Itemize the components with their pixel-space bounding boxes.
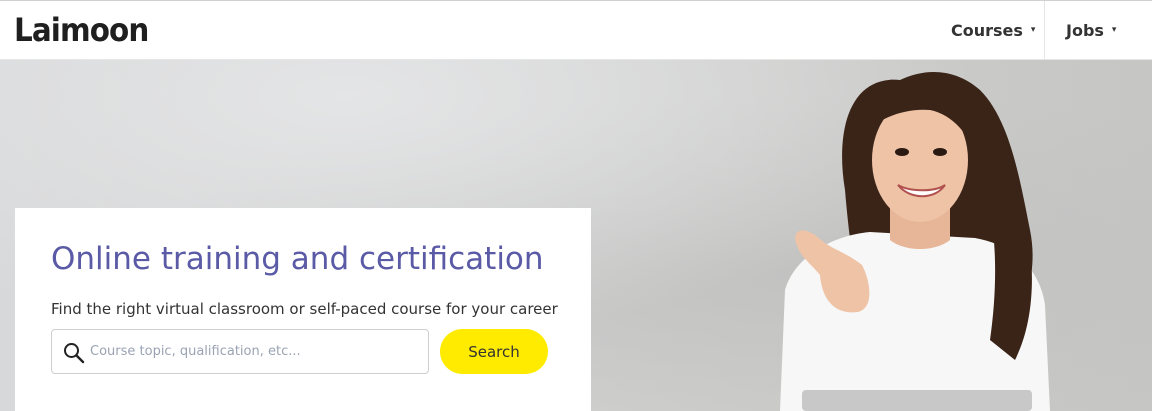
- laimoon-logo[interactable]: Laimoon: [14, 10, 149, 50]
- search-card: Online training and certification Find t…: [15, 208, 591, 411]
- caret-down-icon: ▾: [1111, 24, 1117, 35]
- hero-subtitle: Find the right virtual classroom or self…: [51, 300, 558, 318]
- hero-title: Online training and certification: [51, 241, 544, 277]
- search-icon: [64, 343, 85, 364]
- nav-jobs-dropdown[interactable]: Jobs ▾: [1044, 1, 1152, 60]
- hero-person-image: [780, 71, 1050, 411]
- search-field[interactable]: [51, 329, 429, 374]
- top-navigation-bar: Laimoon Courses ▾ Jobs ▾: [0, 0, 1152, 60]
- search-input[interactable]: [90, 331, 420, 372]
- nav-courses-dropdown[interactable]: Courses ▾: [932, 1, 1044, 60]
- search-button[interactable]: Search: [440, 329, 548, 374]
- nav-courses-label: Courses: [951, 21, 1023, 40]
- nav-jobs-label: Jobs: [1066, 21, 1104, 40]
- main-nav: Courses ▾ Jobs ▾: [932, 1, 1152, 60]
- caret-down-icon: ▾: [1030, 24, 1036, 35]
